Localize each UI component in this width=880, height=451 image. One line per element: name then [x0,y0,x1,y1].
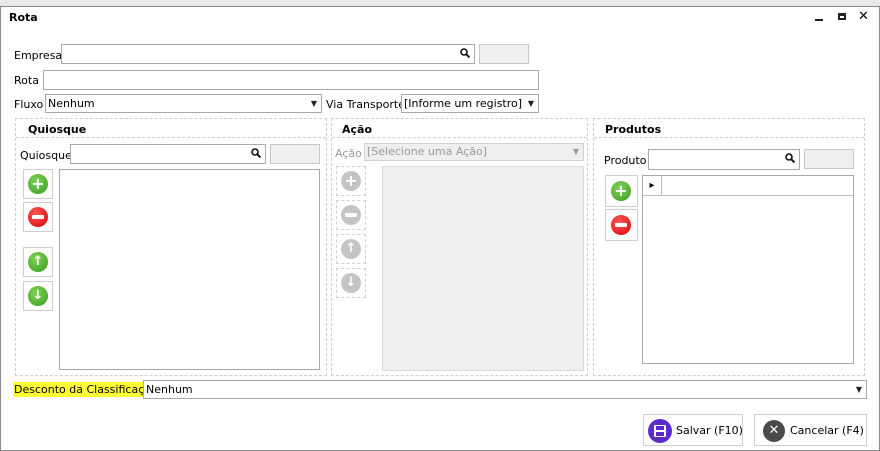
desconto-value: Nenhum [146,383,193,396]
plus-circle-icon: + [28,174,48,194]
acao-panel-title: Ação [342,123,373,136]
empresa-input[interactable] [61,44,475,64]
acao-divider [332,137,587,138]
produtos-divider [594,137,864,138]
acao-label: Ação [335,147,362,160]
acao-value: [Selecione uma Ação] [367,145,488,158]
search-icon[interactable] [785,153,795,163]
chevron-down-icon[interactable]: ▼ [311,95,317,112]
acao-list[interactable] [382,166,584,371]
fluxo-value: Nenhum [48,97,95,110]
quiosque-list[interactable] [59,169,320,370]
produto-input[interactable] [648,149,800,170]
cancel-button-label: Cancelar (F4) [790,424,864,437]
via-transporte-label: Via Transporte [326,98,405,111]
row-indicator-icon: ▸ [643,176,662,196]
rota-label: Rota [14,74,39,87]
acao-select[interactable]: [Selecione uma Ação] ▼ [364,143,584,161]
chevron-down-icon[interactable]: ▼ [528,95,534,112]
acao-move-up-button[interactable]: ↑ [336,234,366,264]
chevron-down-icon[interactable]: ▼ [856,381,862,398]
arrow-down-icon: ↓ [28,286,48,306]
plus-circle-icon: + [341,171,361,191]
quiosque-remove-button[interactable] [23,202,53,232]
plus-circle-icon: + [611,181,631,201]
quiosque-divider [16,137,326,138]
produtos-grid[interactable] [642,175,854,364]
produtos-grid-header [643,176,853,196]
minimize-icon [815,19,823,21]
acao-move-down-button[interactable]: ↓ [336,268,366,298]
floppy-disk-icon [648,419,672,443]
acao-remove-button[interactable] [336,200,366,230]
desconto-label: Desconto da Classificação [13,382,159,397]
arrow-up-icon: ↑ [341,239,361,259]
save-button-label: Salvar (F10) [676,424,743,437]
rota-input[interactable] [43,70,539,90]
close-icon: ✕ [858,9,869,24]
arrow-up-icon: ↑ [28,252,48,272]
quiosque-panel-title: Quiosque [28,123,87,136]
empresa-code-field [479,44,529,64]
minus-circle-icon [341,205,361,225]
quiosque-add-button[interactable]: + [23,169,53,199]
maximize-icon [838,13,846,20]
quiosque-input[interactable] [70,144,266,164]
via-transporte-select[interactable]: [Informe um registro] ▼ [401,94,539,113]
acao-add-button[interactable]: + [336,166,366,196]
window-title: Rota [9,11,38,24]
via-transporte-value: [Informe um registro] [404,97,523,110]
empresa-label: Empresa [14,49,63,62]
fluxo-select[interactable]: Nenhum ▼ [45,94,322,113]
maximize-button[interactable] [835,10,851,26]
quiosque-move-down-button[interactable]: ↓ [23,281,53,311]
search-icon[interactable] [460,48,470,58]
arrow-down-icon: ↓ [341,273,361,293]
fluxo-label: Fluxo [14,98,44,111]
cancel-x-icon: ✕ [763,420,785,442]
produto-label: Produto [604,154,647,167]
quiosque-code-field [270,144,320,164]
produtos-panel-title: Produtos [605,123,662,136]
cancel-button[interactable]: ✕ Cancelar (F4) [754,414,867,446]
title-bar [1,7,879,29]
quiosque-label: Quiosque [20,149,72,162]
produto-add-button[interactable]: + [605,175,638,207]
produto-code-field [804,149,854,169]
minimize-button[interactable] [812,10,828,26]
save-button[interactable]: Salvar (F10) [643,414,743,446]
minus-circle-icon [611,215,631,235]
minus-circle-icon [28,207,48,227]
chevron-down-icon[interactable]: ▼ [573,144,579,160]
desconto-select[interactable]: Nenhum ▼ [143,380,867,399]
search-icon[interactable] [251,148,261,158]
quiosque-move-up-button[interactable]: ↑ [23,247,53,277]
produto-remove-button[interactable] [605,209,638,241]
close-button[interactable]: ✕ [857,9,873,26]
